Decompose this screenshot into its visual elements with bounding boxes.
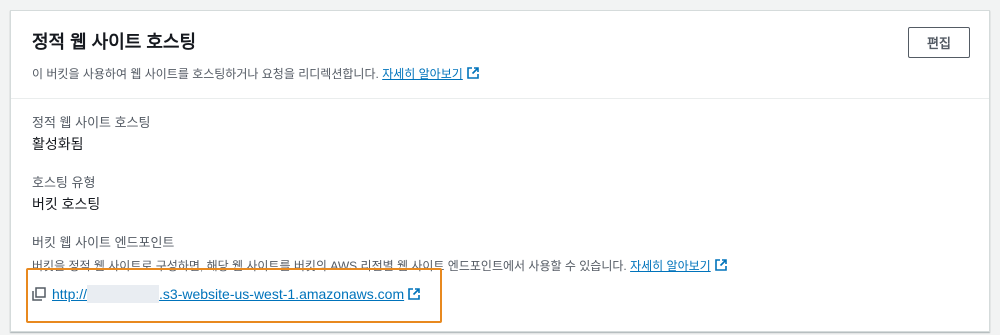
endpoint-field: 버킷 웹 사이트 엔드포인트 버킷을 정적 웹 사이트로 구성하면, 해당 웹 …: [32, 233, 969, 305]
learn-more-label: 자세히 알아보기: [382, 67, 463, 81]
hosting-status-label: 정적 웹 사이트 호스팅: [32, 115, 151, 130]
endpoint-description-text: 버킷을 정적 웹 사이트로 구성하면, 해당 웹 사이트를 버킷의 AWS 리전…: [32, 259, 627, 273]
endpoint-learn-more-label: 자세히 알아보기: [630, 259, 711, 273]
endpoint-url-suffix: .s3-website-us-west-1.amazonaws.com: [159, 286, 405, 302]
external-link-icon: [408, 288, 420, 300]
redacted-bucket-name: [87, 285, 160, 303]
external-link-icon: [714, 259, 727, 271]
panel-body: 정적 웹 사이트 호스팅 활성화됨 호스팅 유형 버킷 호스팅 버킷 웹 사이트…: [11, 99, 989, 305]
description-text: 이 버킷을 사용하여 웹 사이트를 호스팅하거나 요청을 리디렉션합니다.: [32, 67, 379, 81]
endpoint-url-link[interactable]: http:// .s3-website-us-west-1.amazonaws.c…: [52, 283, 420, 305]
hosting-status-field: 정적 웹 사이트 호스팅 활성화됨: [32, 113, 969, 155]
endpoint-learn-more-link[interactable]: 자세히 알아보기: [630, 259, 727, 273]
hosting-type-field: 호스팅 유형 버킷 호스팅: [32, 173, 969, 215]
endpoint-description: 버킷을 정적 웹 사이트로 구성하면, 해당 웹 사이트를 버킷의 AWS 리전…: [32, 257, 969, 275]
external-link-icon: [467, 67, 479, 79]
panel-title: 정적 웹 사이트 호스팅: [32, 32, 197, 52]
panel-description: 이 버킷을 사용하여 웹 사이트를 호스팅하거나 요청을 리디렉션합니다. 자세…: [32, 65, 969, 83]
learn-more-link[interactable]: 자세히 알아보기: [382, 67, 479, 81]
endpoint-url-prefix: http://: [52, 286, 88, 302]
hosting-status-value: 활성화됨: [32, 136, 84, 152]
hosting-type-label: 호스팅 유형: [32, 175, 96, 190]
endpoint-label: 버킷 웹 사이트 엔드포인트: [32, 235, 175, 250]
copy-icon[interactable]: [32, 287, 46, 301]
endpoint-url-row: http:// .s3-website-us-west-1.amazonaws.c…: [32, 283, 969, 305]
static-website-hosting-panel: 정적 웹 사이트 호스팅 이 버킷을 사용하여 웹 사이트를 호스팅하거나 요청…: [10, 10, 990, 332]
edit-button[interactable]: 편집: [908, 27, 970, 58]
hosting-type-value: 버킷 호스팅: [32, 196, 101, 212]
panel-header: 정적 웹 사이트 호스팅 이 버킷을 사용하여 웹 사이트를 호스팅하거나 요청…: [11, 11, 989, 99]
